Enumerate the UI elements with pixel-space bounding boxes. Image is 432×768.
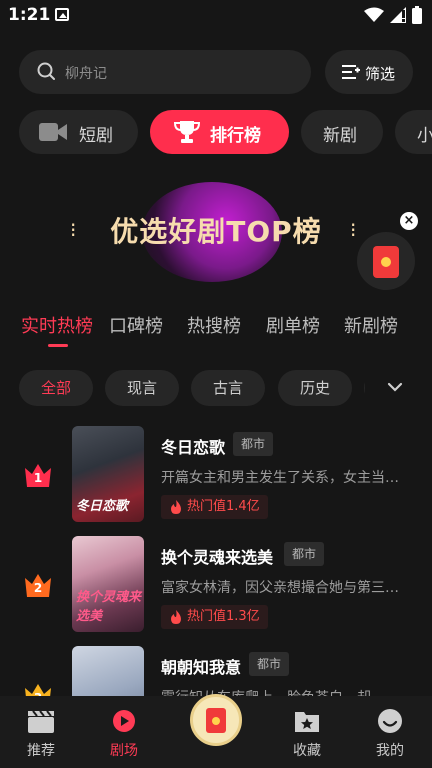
tab-label: 短剧: [79, 126, 113, 146]
bottom-nav: 推荐 剧场 收藏 我的: [0, 694, 432, 768]
poster-image: [72, 646, 144, 696]
chip-ancient-romance[interactable]: 古言: [191, 370, 265, 406]
expand-chips-button[interactable]: [365, 370, 432, 408]
nav-favorites[interactable]: 收藏: [272, 696, 342, 768]
chip-all[interactable]: 全部: [19, 370, 93, 406]
tab-realtime-hot[interactable]: 实时热榜: [21, 312, 93, 338]
drama-description: 富家女林清，因父亲想撮合她与第三者之子…: [161, 580, 411, 596]
chevron-down-icon: [387, 382, 403, 392]
bookmark-folder-icon: [295, 712, 319, 732]
tab-reputation[interactable]: 口碑榜: [109, 312, 163, 338]
red-envelope-icon: [373, 246, 399, 278]
list-item[interactable]: 3 朝朝知我意 都市 霍行知从车库爬上，脸色苍白，却…: [0, 646, 432, 696]
nav-theater[interactable]: 剧场: [89, 696, 159, 768]
tab-new-ranking[interactable]: 新剧榜: [344, 312, 398, 338]
drama-title: 换个灵魂来选美: [161, 548, 274, 567]
nav-recommend[interactable]: 推荐: [6, 696, 76, 768]
poster-image: 冬日恋歌: [72, 426, 144, 522]
filter-icon: [342, 65, 360, 79]
list-item[interactable]: 1 冬日恋歌 冬日恋歌 都市 开篇女主和男主发生了关系，女主当晚就… 热门值1.…: [0, 426, 432, 526]
tab-more[interactable]: 小: [395, 110, 432, 154]
rank-badge: 2: [22, 570, 54, 600]
rank-badge: 3: [22, 680, 54, 696]
drama-description: 霍行知从车库爬上，脸色苍白，却…: [161, 687, 411, 696]
tab-new-drama[interactable]: 新剧: [301, 110, 383, 154]
tab-playlist[interactable]: 剧单榜: [266, 312, 320, 338]
search-input[interactable]: 柳舟记: [65, 63, 107, 83]
tab-ranking[interactable]: 排行榜: [150, 110, 289, 154]
signal-icon: [390, 7, 406, 23]
poster-caption: 换个灵魂来选美: [76, 590, 142, 624]
chip-history[interactable]: 历史: [278, 370, 352, 406]
status-icons: [364, 6, 422, 24]
gallery-notification-icon: [55, 8, 69, 21]
nav-label: 剧场: [110, 743, 138, 759]
category-tabs: 短剧 排行榜 新剧 小: [19, 110, 432, 154]
battery-icon: [412, 6, 422, 24]
rank-number: 1: [33, 471, 43, 485]
trophy-icon: [174, 121, 200, 143]
tab-hot-search[interactable]: 热搜榜: [187, 312, 241, 338]
drama-title: 朝朝知我意: [161, 658, 242, 677]
clapperboard-icon: [28, 710, 54, 733]
hot-value: 热门值1.3亿: [187, 609, 260, 624]
chip-modern-romance[interactable]: 现言: [105, 370, 179, 406]
banner-deco-right: ⁝: [350, 218, 357, 242]
drama-title: 冬日恋歌: [161, 438, 226, 457]
active-tab-indicator: [48, 344, 68, 347]
rank-number: 2: [33, 581, 43, 595]
search-icon: [37, 62, 55, 80]
red-envelope-icon: [206, 708, 226, 733]
filter-button[interactable]: 筛选: [325, 50, 413, 94]
hot-value-badge: 热门值1.3亿: [161, 605, 268, 629]
list-item[interactable]: 2 换个灵魂来选美 换个灵魂来选美 都市 富家女林清，因父亲想撮合她与第三者之子…: [0, 536, 432, 636]
floating-red-envelope[interactable]: [357, 232, 415, 290]
nav-label: 推荐: [27, 743, 55, 759]
poster-image: 换个灵魂来选美: [72, 536, 144, 632]
genre-tag: 都市: [284, 542, 325, 566]
nav-label: 收藏: [293, 743, 321, 759]
nav-mine[interactable]: 我的: [355, 696, 425, 768]
smiley-face-icon: [378, 709, 402, 733]
wifi-icon: [364, 7, 384, 22]
search-bar[interactable]: 柳舟记: [19, 50, 311, 94]
flame-icon: [171, 500, 181, 514]
poster-caption: 冬日恋歌: [76, 499, 129, 514]
status-time: 1:21: [8, 5, 51, 25]
tab-label: 小: [417, 126, 432, 146]
tab-label: 新剧: [323, 126, 357, 146]
rank-badge: 1: [22, 460, 54, 490]
status-bar: 1:21: [0, 0, 432, 32]
hot-value: 热门值1.4亿: [187, 499, 260, 514]
nav-red-envelope-button[interactable]: [190, 694, 242, 746]
genre-tag: 都市: [233, 432, 274, 456]
nav-label: 我的: [376, 743, 404, 759]
hot-value-badge: 热门值1.4亿: [161, 495, 268, 519]
genre-chips: 全部 现言 古言 历史: [0, 370, 432, 408]
play-circle-icon: [113, 710, 135, 732]
genre-tag: 都市: [249, 652, 290, 676]
drama-description: 开篇女主和男主发生了关系，女主当晚就…: [161, 470, 411, 486]
filter-label: 筛选: [365, 65, 396, 83]
flame-icon: [171, 610, 181, 624]
close-icon[interactable]: ×: [400, 212, 418, 230]
tab-label: 排行榜: [210, 126, 261, 146]
tab-short-drama[interactable]: 短剧: [19, 110, 138, 154]
video-camera-icon: [39, 123, 67, 141]
